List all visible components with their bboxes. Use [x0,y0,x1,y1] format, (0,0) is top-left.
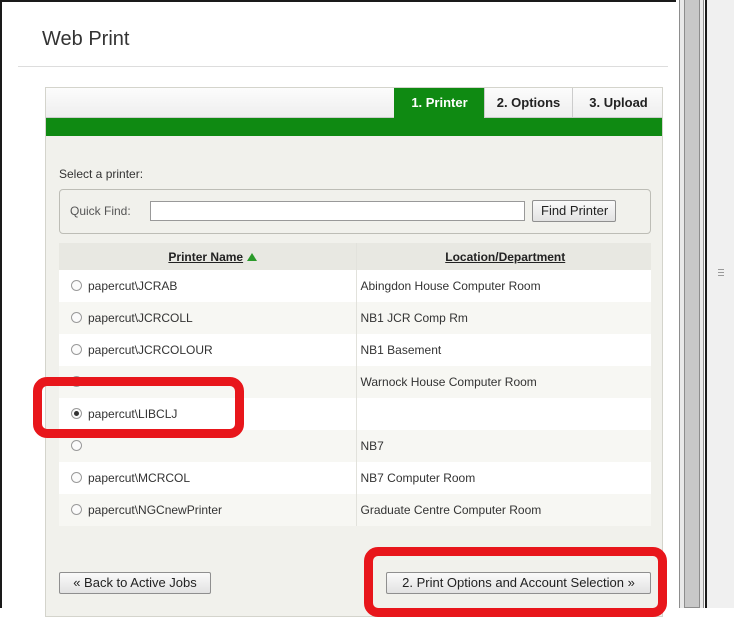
sort-ascending-icon[interactable] [247,253,258,262]
scrollbar-thumb[interactable] [684,0,700,608]
vertical-scrollbar[interactable] [679,0,704,608]
printer-location: NB1 JCR Comp Rm [355,302,651,334]
printer-radio[interactable] [71,440,82,452]
web-print-page: Web Print 1. Printer 2. Options 3. Uploa… [0,0,676,617]
back-to-active-jobs-button[interactable]: « Back to Active Jobs [59,572,211,594]
printer-location: NB7 [355,430,651,462]
printer-table: Printer Name Location/Department papercu… [59,243,651,526]
location-header-label[interactable]: Location/Department [445,250,565,264]
printer-location [355,398,651,430]
title-divider [18,66,668,67]
printer-location: NB1 Basement [355,334,651,366]
table-row[interactable]: papercut\NGCnewPrinter Graduate Centre C… [59,494,651,526]
printer-name: papercut\JCRAB [88,279,178,293]
page-title: Web Print [42,28,130,50]
printer-location: NB7 Computer Room [355,462,651,494]
printer-radio[interactable] [71,472,82,484]
table-row[interactable]: papercut\JCRCOLOUR NB1 Basement [59,334,651,366]
printer-location: Graduate Centre Computer Room [355,494,651,526]
table-row[interactable]: Warnock House Computer Room [59,366,651,398]
printer-radio[interactable] [71,344,82,356]
web-print-wizard-panel: 1. Printer 2. Options 3. Upload Select a… [45,87,663,617]
tab-options[interactable]: 2. Options [484,88,572,118]
tab-accent-bar [46,118,662,136]
table-row-selected[interactable]: papercut\LIBCLJ [59,398,651,430]
printer-name: papercut\JCRCOLOUR [88,343,213,357]
printer-name: papercut\MCRCOL [88,471,191,485]
tab-printer[interactable]: 1. Printer [394,88,484,118]
printer-name: papercut\JCRCOLL [88,311,193,325]
table-row[interactable]: papercut\JCRCOLL NB1 JCR Comp Rm [59,302,651,334]
table-row[interactable]: papercut\MCRCOL NB7 Computer Room [59,462,651,494]
printer-name: papercut\NGCnewPrinter [88,503,223,517]
tab-upload[interactable]: 3. Upload [572,88,664,118]
adjacent-window-pane [705,0,734,608]
find-printer-button[interactable]: Find Printer [532,200,616,222]
print-options-button[interactable]: 2. Print Options and Account Selection » [386,572,651,594]
quick-find-input[interactable] [150,201,525,221]
printer-location: Abingdon House Computer Room [355,270,651,302]
table-row[interactable]: papercut\JCRAB Abingdon House Computer R… [59,270,651,302]
printer-radio-checked[interactable] [71,408,82,420]
printer-location: Warnock House Computer Room [355,366,651,398]
printer-radio[interactable] [71,504,82,516]
splitter-grip-icon[interactable] [718,269,724,278]
table-header-row: Printer Name Location/Department [59,243,651,270]
printer-name: papercut\LIBCLJ [88,407,178,421]
printer-name-header-label[interactable]: Printer Name [168,250,243,264]
printer-radio[interactable] [71,376,82,388]
location-column-header[interactable]: Location/Department [355,243,651,270]
printer-radio[interactable] [71,312,82,324]
quick-find-label: Quick Find: [70,204,131,218]
quick-find-box: Quick Find: Find Printer [59,189,651,234]
printer-name-column-header[interactable]: Printer Name [59,243,356,270]
wizard-tab-bar: 1. Printer 2. Options 3. Upload [46,88,662,118]
printer-radio[interactable] [71,280,82,292]
table-row[interactable]: NB7 [59,430,651,462]
select-printer-label: Select a printer: [59,167,144,181]
